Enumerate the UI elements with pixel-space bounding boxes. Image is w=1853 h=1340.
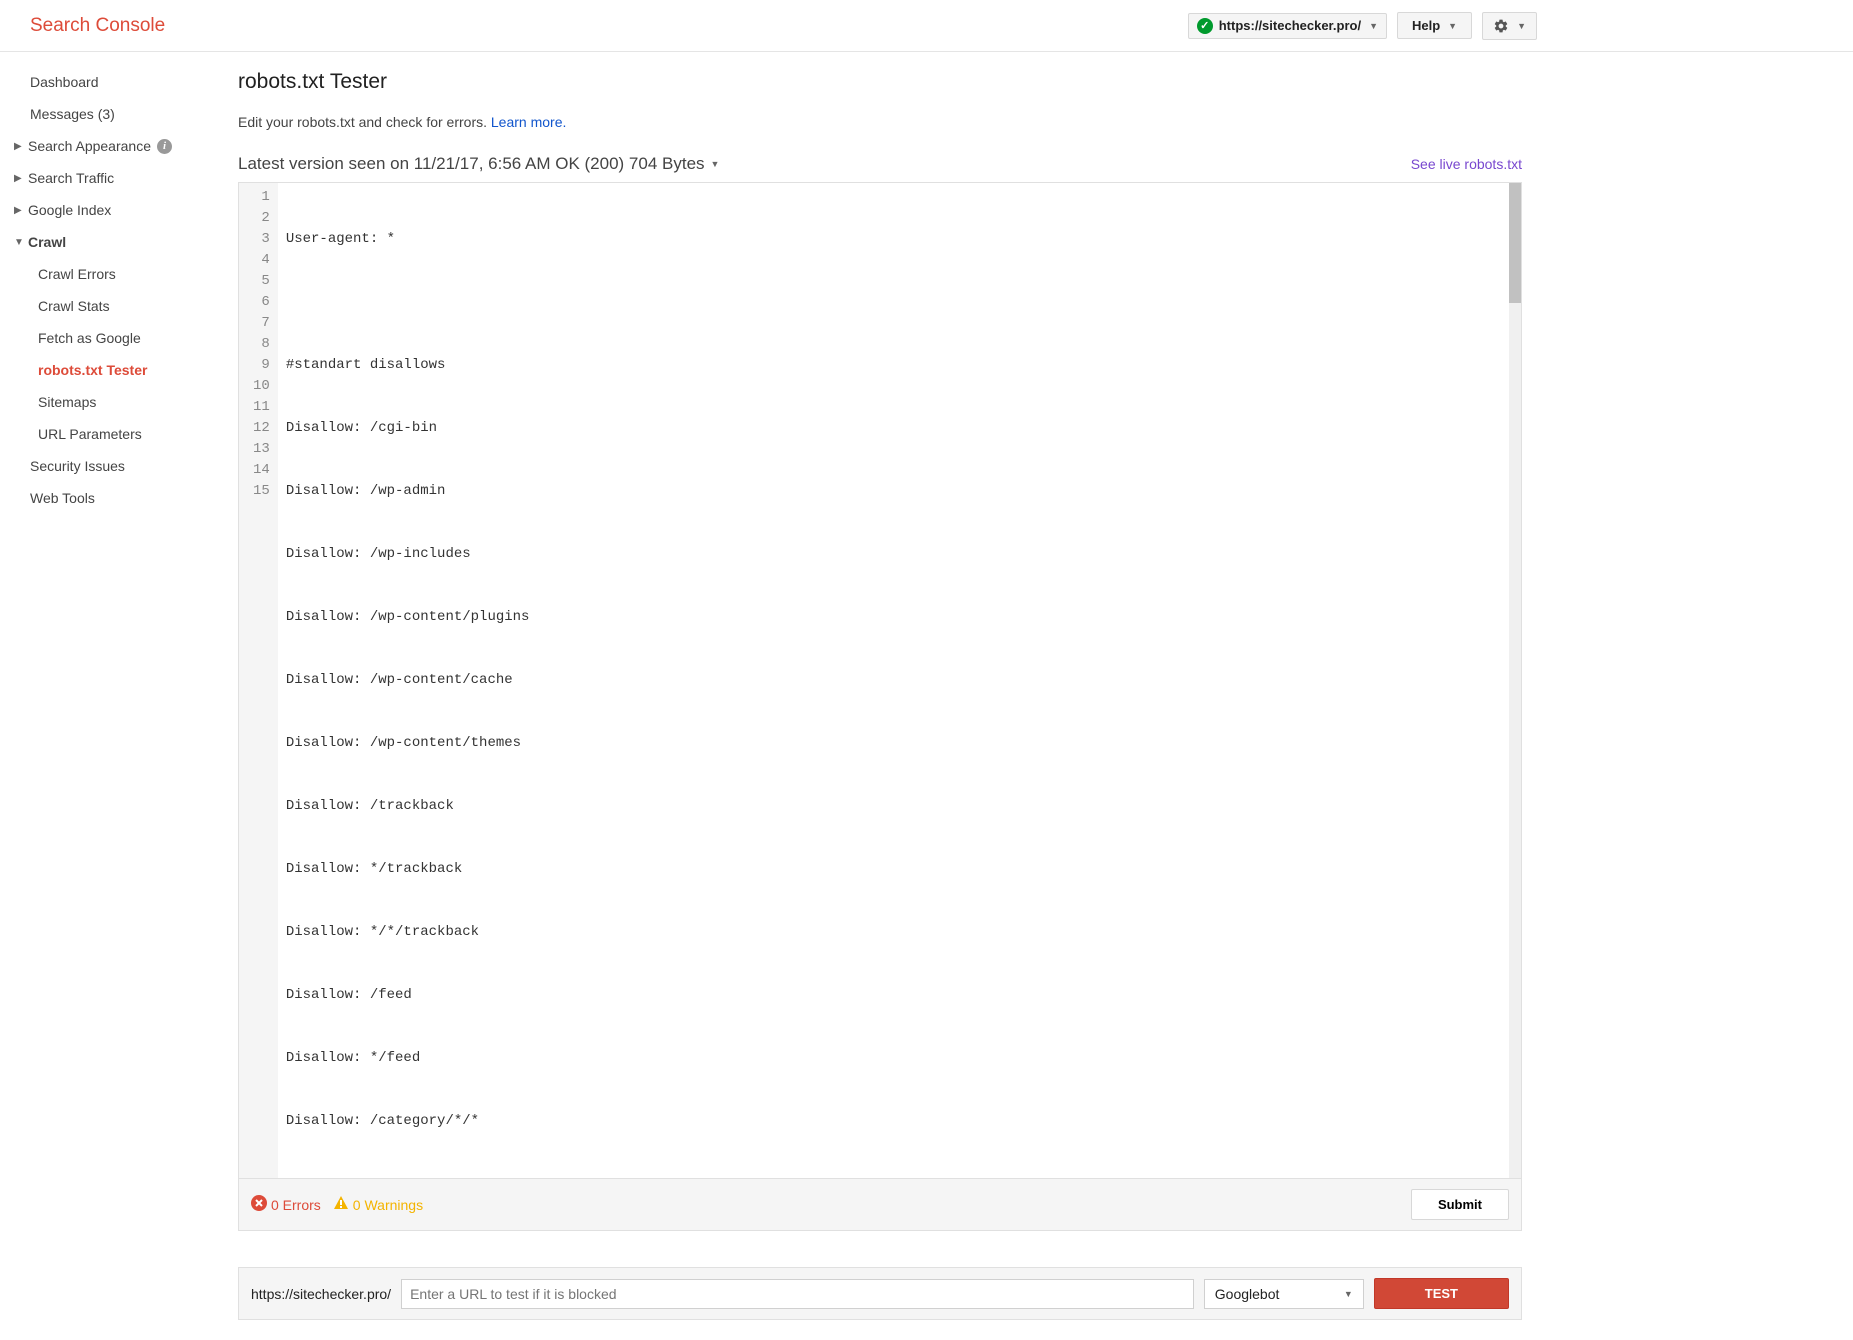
help-button[interactable]: Help ▼	[1397, 12, 1472, 39]
warning-icon	[333, 1195, 349, 1215]
bot-selector-dropdown[interactable]: Googlebot ▼	[1204, 1279, 1364, 1309]
sidebar-item-sitemaps[interactable]: Sitemaps	[0, 386, 210, 418]
site-selector-dropdown[interactable]: ✓ https://sitechecker.pro/ ▼	[1188, 13, 1387, 39]
sidebar-item-crawl-stats[interactable]: Crawl Stats	[0, 290, 210, 322]
line-number: 4	[253, 250, 270, 271]
url-prefix-label: https://sitechecker.pro/	[251, 1286, 391, 1302]
code-line: Disallow: */feed	[286, 1048, 1501, 1069]
code-line: User-agent: *	[286, 229, 1501, 250]
learn-more-link[interactable]: Learn more.	[491, 114, 566, 130]
page-title: robots.txt Tester	[238, 70, 1522, 94]
line-number: 1	[253, 187, 270, 208]
warnings-count: 0 Warnings	[353, 1197, 423, 1213]
line-number: 2	[253, 208, 270, 229]
line-gutter: 1 2 3 4 5 6 7 8 9 10 11 12 13 14 15	[239, 183, 278, 1178]
code-line: Disallow: /trackback	[286, 796, 1501, 817]
see-live-robots-link[interactable]: See live robots.txt	[1411, 156, 1522, 172]
chevron-down-icon: ▼	[1517, 21, 1526, 31]
line-number: 10	[253, 376, 270, 397]
line-number: 5	[253, 271, 270, 292]
editor-scrollbar[interactable]	[1509, 183, 1521, 1178]
errors-count: 0 Errors	[271, 1197, 321, 1213]
code-line: Disallow: */trackback	[286, 859, 1501, 880]
bot-label: Googlebot	[1215, 1286, 1280, 1302]
sidebar-item-robots-tester[interactable]: robots.txt Tester	[0, 354, 210, 386]
code-line: Disallow: */*/trackback	[286, 922, 1501, 943]
sidebar-item-messages[interactable]: Messages (3)	[0, 98, 210, 130]
url-test-input[interactable]	[401, 1279, 1194, 1309]
line-number: 9	[253, 355, 270, 376]
submit-button[interactable]: Submit	[1411, 1189, 1509, 1220]
sidebar-item-search-appearance[interactable]: ▶ Search Appearance i	[0, 130, 210, 162]
google-index-label: Google Index	[28, 202, 111, 218]
sidebar-item-crawl-errors[interactable]: Crawl Errors	[0, 258, 210, 290]
sidebar-item-dashboard[interactable]: Dashboard	[0, 66, 210, 98]
subtitle-text: Edit your robots.txt and check for error…	[238, 114, 487, 130]
code-line: Disallow: /wp-content/cache	[286, 670, 1501, 691]
test-button[interactable]: TEST	[1374, 1278, 1509, 1309]
search-appearance-label: Search Appearance	[28, 138, 151, 154]
sidebar-item-search-traffic[interactable]: ▶ Search Traffic	[0, 162, 210, 194]
expand-right-icon: ▶	[14, 205, 22, 216]
app-title: Search Console	[30, 15, 165, 37]
verified-icon: ✓	[1197, 18, 1213, 34]
line-number: 3	[253, 229, 270, 250]
sidebar-item-web-tools[interactable]: Web Tools	[0, 482, 210, 514]
sidebar-item-crawl[interactable]: ▼ Crawl	[0, 226, 210, 258]
code-line: #standart disallows	[286, 355, 1501, 376]
error-icon	[251, 1195, 267, 1215]
site-url-label: https://sitechecker.pro/	[1219, 18, 1361, 33]
line-number: 6	[253, 292, 270, 313]
chevron-down-icon: ▼	[1369, 21, 1378, 31]
expand-right-icon: ▶	[14, 173, 22, 184]
robots-editor[interactable]: 1 2 3 4 5 6 7 8 9 10 11 12 13 14 15 User…	[238, 182, 1522, 1178]
code-line: Disallow: /wp-content/plugins	[286, 607, 1501, 628]
search-traffic-label: Search Traffic	[28, 170, 114, 186]
sidebar-item-fetch-as-google[interactable]: Fetch as Google	[0, 322, 210, 354]
gear-icon	[1493, 18, 1509, 34]
code-line: Disallow: /wp-content/themes	[286, 733, 1501, 754]
version-dropdown[interactable]: Latest version seen on 11/21/17, 6:56 AM…	[238, 154, 719, 174]
settings-button[interactable]: ▼	[1482, 12, 1537, 40]
chevron-down-icon: ▼	[711, 159, 720, 169]
sidebar-item-security[interactable]: Security Issues	[0, 450, 210, 482]
sidebar-item-url-parameters[interactable]: URL Parameters	[0, 418, 210, 450]
line-number: 14	[253, 460, 270, 481]
line-number: 11	[253, 397, 270, 418]
code-line: Disallow: /wp-includes	[286, 544, 1501, 565]
line-number: 13	[253, 439, 270, 460]
info-icon[interactable]: i	[157, 139, 172, 154]
expand-right-icon: ▶	[14, 141, 22, 152]
code-line	[286, 292, 1501, 313]
validation-status: 0 Errors 0 Warnings	[251, 1195, 423, 1215]
version-text: Latest version seen on 11/21/17, 6:56 AM…	[238, 154, 705, 174]
page-subtitle: Edit your robots.txt and check for error…	[238, 114, 1522, 130]
code-content[interactable]: User-agent: * #standart disallows Disall…	[278, 183, 1509, 1178]
sidebar-item-google-index[interactable]: ▶ Google Index	[0, 194, 210, 226]
expand-down-icon: ▼	[14, 237, 24, 248]
code-line: Disallow: /wp-admin	[286, 481, 1501, 502]
line-number: 12	[253, 418, 270, 439]
code-line: Disallow: /category/*/*	[286, 1111, 1501, 1132]
line-number: 15	[253, 481, 270, 502]
scrollbar-thumb[interactable]	[1509, 183, 1521, 303]
code-line: Disallow: /feed	[286, 985, 1501, 1006]
line-number: 7	[253, 313, 270, 334]
chevron-down-icon: ▼	[1448, 21, 1457, 31]
line-number: 8	[253, 334, 270, 355]
crawl-label: Crawl	[28, 234, 66, 250]
chevron-down-icon: ▼	[1344, 1289, 1353, 1299]
code-line: Disallow: /cgi-bin	[286, 418, 1501, 439]
help-label: Help	[1412, 18, 1440, 33]
